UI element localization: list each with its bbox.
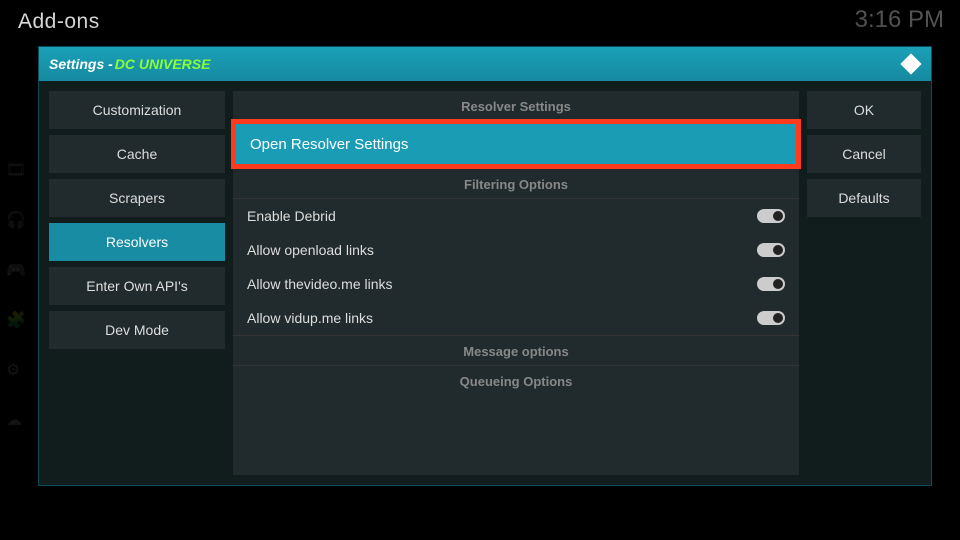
gear-icon: ⚙ <box>6 360 26 380</box>
toggle-label: Allow vidup.me links <box>247 310 373 326</box>
open-resolver-label: Open Resolver Settings <box>250 136 408 153</box>
dialog-title-prefix: Settings - <box>49 56 113 72</box>
settings-panel: Resolver Settings Open Resolver Settings… <box>233 91 799 475</box>
toggle-switch-icon <box>757 277 785 291</box>
section-queueing-options: Queueing Options <box>233 366 799 395</box>
section-message-options: Message options <box>233 336 799 366</box>
global-sidebar: 🎞 🎧 🎮 🧩 ⚙ ☁ <box>6 160 26 430</box>
toggle-allow-vidup[interactable]: Allow vidup.me links <box>233 301 799 335</box>
toggle-switch-icon <box>757 311 785 325</box>
cloud-icon: ☁ <box>6 410 26 430</box>
toggle-label: Enable Debrid <box>247 208 336 224</box>
dialog-addon-name: DC UNIVERSE <box>115 56 211 72</box>
toggle-label: Allow thevideo.me links <box>247 276 393 292</box>
defaults-button[interactable]: Defaults <box>807 179 921 217</box>
toggle-enable-debrid[interactable]: Enable Debrid <box>233 199 799 233</box>
toggle-switch-icon <box>757 209 785 223</box>
film-icon: 🎞 <box>6 160 26 180</box>
nav-resolvers[interactable]: Resolvers <box>49 223 225 261</box>
section-resolver-settings: Resolver Settings <box>233 91 799 121</box>
toggle-switch-icon <box>757 243 785 257</box>
headphones-icon: 🎧 <box>6 210 26 230</box>
nav-scrapers[interactable]: Scrapers <box>49 179 225 217</box>
controller-icon: 🎮 <box>6 260 26 280</box>
category-nav: Customization Cache Scrapers Resolvers E… <box>49 91 225 475</box>
settings-dialog: Settings - DC UNIVERSE Customization Cac… <box>38 46 932 486</box>
bottom-vignette <box>0 500 960 540</box>
toggle-allow-thevideo[interactable]: Allow thevideo.me links <box>233 267 799 301</box>
kodi-logo-icon <box>901 54 921 74</box>
toggle-allow-openload[interactable]: Allow openload links <box>233 233 799 267</box>
open-resolver-settings-button[interactable]: Open Resolver Settings <box>236 124 796 164</box>
nav-cache[interactable]: Cache <box>49 135 225 173</box>
puzzle-icon: 🧩 <box>6 310 26 330</box>
topbar: Add-ons <box>0 0 960 44</box>
nav-dev-mode[interactable]: Dev Mode <box>49 311 225 349</box>
highlight-open-resolver: Open Resolver Settings <box>231 119 801 169</box>
dialog-header: Settings - DC UNIVERSE <box>39 47 931 81</box>
cancel-button[interactable]: Cancel <box>807 135 921 173</box>
section-filtering-options: Filtering Options <box>233 169 799 199</box>
ok-button[interactable]: OK <box>807 91 921 129</box>
dialog-buttons: OK Cancel Defaults <box>807 91 921 475</box>
nav-enter-own-apis[interactable]: Enter Own API's <box>49 267 225 305</box>
breadcrumb: Add-ons <box>18 10 100 34</box>
nav-customization[interactable]: Customization <box>49 91 225 129</box>
dialog-body: Customization Cache Scrapers Resolvers E… <box>39 81 931 485</box>
toggle-label: Allow openload links <box>247 242 374 258</box>
clock: 3:16 PM <box>855 6 944 34</box>
